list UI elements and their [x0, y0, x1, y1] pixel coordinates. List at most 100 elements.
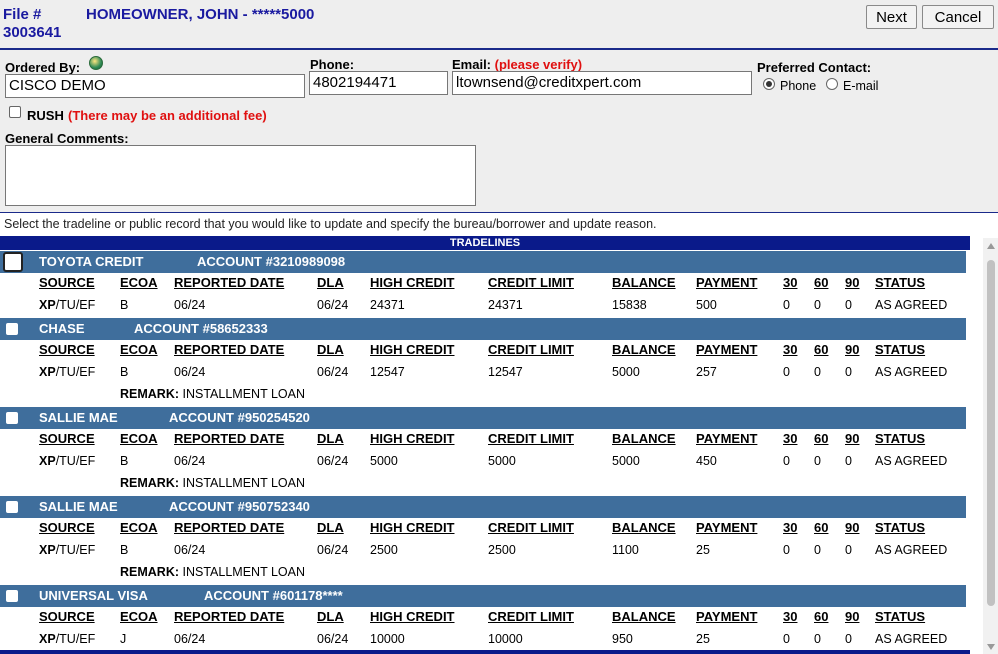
- preferred-contact-label: Preferred Contact:: [757, 60, 872, 75]
- file-number: 3003641: [3, 24, 62, 41]
- column-header: REPORTED DATE: [174, 609, 285, 624]
- tradelines-panel: TRADELINES TOYOTA CREDIT ACCOUNT #3210989…: [0, 236, 970, 654]
- comments-textarea[interactable]: [5, 145, 476, 206]
- column-header: PAYMENT: [696, 431, 758, 446]
- column-header: 30: [783, 609, 798, 624]
- cell-source: XP/TU/EF: [39, 454, 96, 468]
- cell-credit-limit: 2500: [488, 543, 516, 557]
- column-header: DLA: [317, 431, 344, 446]
- column-header: DLA: [317, 609, 344, 624]
- cell-payment: 25: [696, 632, 710, 646]
- tradeline-header: CHASE ACCOUNT #58652333: [0, 318, 966, 340]
- column-header: HIGH CREDIT: [370, 342, 455, 357]
- cell-d30: 0: [783, 543, 790, 557]
- rush-note: (There may be an additional fee): [68, 108, 267, 123]
- cell-ecoa: B: [120, 298, 129, 312]
- ordered-by-field[interactable]: CISCO DEMO: [5, 74, 305, 98]
- column-header: 60: [814, 342, 829, 357]
- scrollbar[interactable]: [983, 238, 998, 654]
- cell-status: AS AGREED: [875, 365, 948, 379]
- account-number: ACCOUNT #58652333: [134, 321, 268, 336]
- tradeline-checkbox[interactable]: [6, 501, 18, 513]
- cell-balance: 5000: [612, 365, 640, 379]
- column-header: CREDIT LIMIT: [488, 520, 574, 535]
- column-header: REPORTED DATE: [174, 520, 285, 535]
- column-header: SOURCE: [39, 342, 95, 357]
- cell-source: XP/TU/EF: [39, 298, 96, 312]
- cell-source: XP/TU/EF: [39, 365, 96, 379]
- cell-ecoa: B: [120, 365, 129, 379]
- phone-field[interactable]: 4802194471: [309, 71, 448, 95]
- column-header: 90: [845, 609, 860, 624]
- column-header: HIGH CREDIT: [370, 275, 455, 290]
- tradeline-remark: REMARK: INSTALLMENT LOAN: [120, 476, 305, 490]
- cell-ecoa: B: [120, 543, 129, 557]
- column-header: 90: [845, 342, 860, 357]
- column-header: BALANCE: [612, 275, 676, 290]
- instructions-text: Select the tradeline or public record th…: [4, 217, 657, 231]
- scroll-up-icon[interactable]: [987, 243, 995, 249]
- public-records-bar: [0, 650, 970, 654]
- email-label: Email: (please verify): [452, 57, 583, 72]
- cell-d60: 0: [814, 298, 821, 312]
- column-header: 30: [783, 520, 798, 535]
- tradelines-title: TRADELINES: [0, 236, 970, 250]
- file-label: File #: [3, 6, 42, 23]
- pref-phone-radio[interactable]: [763, 78, 775, 90]
- tradeline-header: TOYOTA CREDIT ACCOUNT #3210989098: [0, 251, 966, 273]
- column-header: STATUS: [875, 275, 926, 290]
- cell-high-credit: 10000: [370, 632, 405, 646]
- column-header: ECOA: [120, 275, 158, 290]
- cell-d30: 0: [783, 632, 790, 646]
- creditor-name: SALLIE MAE: [39, 499, 118, 514]
- tradeline-header: SALLIE MAE ACCOUNT #950752340: [0, 496, 966, 518]
- email-field[interactable]: ltownsend@creditxpert.com: [452, 71, 752, 95]
- column-header: PAYMENT: [696, 520, 758, 535]
- column-header: REPORTED DATE: [174, 275, 285, 290]
- tradeline-checkbox[interactable]: [3, 252, 23, 272]
- column-header: STATUS: [875, 609, 926, 624]
- pref-email-label: E-mail: [843, 79, 879, 93]
- column-header: SOURCE: [39, 431, 95, 446]
- cell-payment: 500: [696, 298, 717, 312]
- column-header: HIGH CREDIT: [370, 431, 455, 446]
- pref-email-radio[interactable]: [826, 78, 838, 90]
- scroll-thumb[interactable]: [987, 260, 995, 606]
- cancel-button[interactable]: Cancel: [922, 5, 994, 29]
- column-header: BALANCE: [612, 431, 676, 446]
- cell-status: AS AGREED: [875, 632, 948, 646]
- cell-d60: 0: [814, 365, 821, 379]
- cell-source: XP/TU/EF: [39, 632, 96, 646]
- order-form: Ordered By: CISCO DEMO Phone: 4802194471…: [0, 50, 998, 213]
- column-header: 60: [814, 275, 829, 290]
- account-number: ACCOUNT #3210989098: [197, 254, 346, 269]
- account-number: ACCOUNT #950752340: [169, 499, 310, 514]
- cell-credit-limit: 5000: [488, 454, 516, 468]
- column-header: ECOA: [120, 342, 158, 357]
- cell-high-credit: 12547: [370, 365, 405, 379]
- tradeline-checkbox[interactable]: [6, 412, 18, 424]
- tradeline-checkbox[interactable]: [6, 323, 18, 335]
- rush-checkbox[interactable]: [9, 106, 21, 118]
- cell-reported: 06/24: [174, 365, 206, 379]
- phone-label: Phone:: [310, 57, 355, 72]
- info-icon[interactable]: [89, 56, 103, 70]
- column-header: ECOA: [120, 609, 158, 624]
- cell-credit-limit: 10000: [488, 632, 523, 646]
- rush-label: RUSH: [27, 108, 64, 123]
- cell-d30: 0: [783, 365, 790, 379]
- column-header: PAYMENT: [696, 342, 758, 357]
- column-header: 90: [845, 520, 860, 535]
- column-header: ECOA: [120, 520, 158, 535]
- column-header: CREDIT LIMIT: [488, 342, 574, 357]
- tradeline-checkbox[interactable]: [6, 590, 18, 602]
- cell-d30: 0: [783, 298, 790, 312]
- scroll-down-icon[interactable]: [987, 644, 995, 650]
- next-button[interactable]: Next: [866, 5, 917, 29]
- column-header: STATUS: [875, 431, 926, 446]
- column-header: BALANCE: [612, 609, 676, 624]
- cell-d90: 0: [845, 365, 852, 379]
- tradeline-header: SALLIE MAE ACCOUNT #950254520: [0, 407, 966, 429]
- column-header: DLA: [317, 342, 344, 357]
- column-header: 90: [845, 431, 860, 446]
